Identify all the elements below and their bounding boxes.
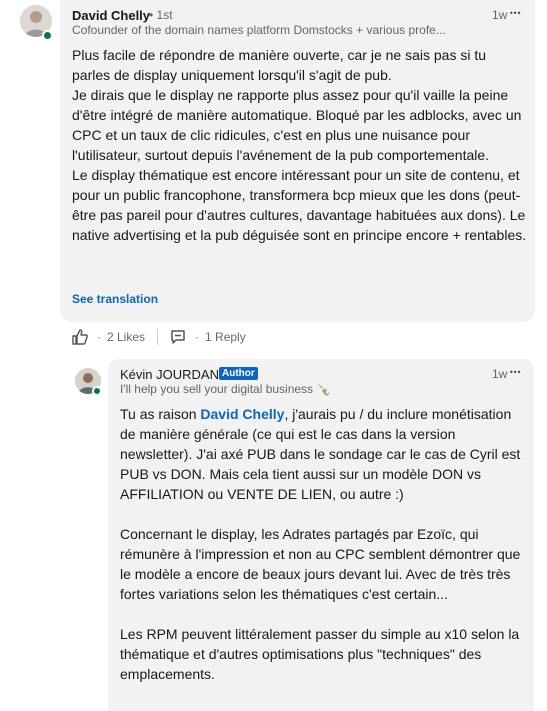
comment-actions: · 2 Likes · 1 Reply (72, 327, 246, 347)
separator-dot: · (195, 330, 200, 344)
divider (157, 329, 159, 345)
reply-timestamp: 1w (492, 367, 508, 381)
see-translation-link[interactable]: See translation (72, 292, 158, 306)
reply-text: Tu as raison David Chelly, j'aurais pu /… (120, 404, 525, 684)
reply-text-intro: Tu as raison (120, 406, 201, 422)
author-headline: Cofounder of the domain names platform D… (72, 23, 446, 37)
speech-bubble-icon (171, 330, 185, 344)
separator-dot: · (97, 330, 101, 344)
author-name[interactable]: David Chelly (72, 8, 150, 23)
online-status-indicator (92, 386, 102, 396)
like-button[interactable] (72, 329, 88, 345)
comment-timestamp: 1w (492, 8, 508, 22)
reply-button[interactable] (170, 329, 186, 345)
thumbs-up-icon (72, 329, 88, 345)
comment-text: Plus facile de répondre de manière ouver… (72, 47, 527, 243)
more-options-button[interactable]: ••• (510, 4, 521, 21)
reply-author-name[interactable]: Kévin JOURDAN (120, 367, 219, 382)
reply-author-headline: I'll help you sell your digital business… (120, 382, 332, 396)
online-status-indicator (42, 30, 53, 41)
likes-count[interactable]: 2 Likes (107, 330, 145, 344)
ellipsis-icon: ••• (510, 367, 522, 377)
connection-degree: • 1st (149, 8, 173, 22)
ellipsis-icon: ••• (510, 8, 522, 18)
reply-text-content: , j'aurais pu / du inclure monétisation … (120, 406, 521, 682)
author-badge: Author (219, 367, 258, 380)
mention-link[interactable]: David Chelly (200, 406, 284, 422)
reply-more-options-button[interactable]: ••• (510, 363, 521, 380)
replies-count[interactable]: 1 Reply (205, 330, 246, 344)
